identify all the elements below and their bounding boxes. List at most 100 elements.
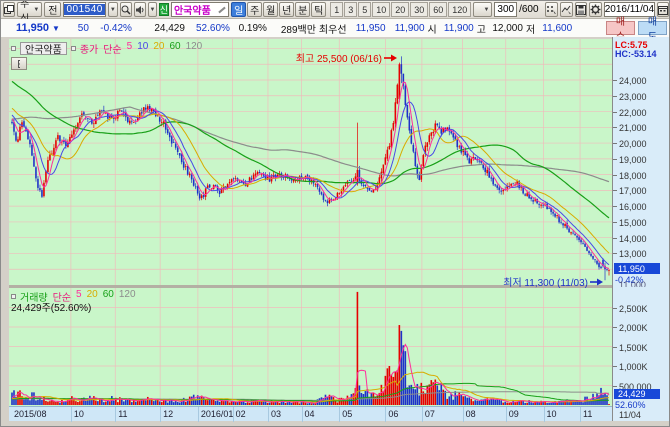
current-price: 11,950 [5, 22, 49, 34]
axis-label: 20,000 [619, 139, 647, 149]
current-volume-value: 24,429 [618, 389, 646, 399]
axis-label: 24,000 [619, 76, 647, 86]
search-icon [121, 5, 131, 15]
prev-stock-button[interactable]: 전 [44, 2, 61, 17]
hc-value: HC:-53.14 [615, 49, 657, 59]
low-price: 11,600 [538, 23, 572, 34]
interval-button-5[interactable]: 5 [358, 2, 371, 17]
best-quote-label: 최우선 [319, 21, 347, 36]
main-toolbar: 주식 ▼ 전 001540 ▼ ▼ 신 안국약품 일주월년분틱 13510203… [1, 1, 670, 19]
interval-button-60[interactable]: 60 [429, 2, 447, 17]
time-axis-label: 10 [74, 409, 84, 419]
time-axis-label: 07 [425, 409, 435, 419]
period-button-년[interactable]: 년 [279, 2, 294, 17]
chevron-down-icon: ▼ [483, 7, 489, 13]
time-axis-label: 08 [466, 409, 476, 419]
time-axis-label: 09 [509, 409, 519, 419]
time-axis-separator [385, 407, 386, 422]
interval-button-120[interactable]: 120 [448, 2, 471, 17]
legend-ma-5: 5 [127, 41, 133, 56]
chart-grid-button[interactable] [11, 57, 27, 70]
window-switch-icon [4, 5, 14, 15]
axis-tick [613, 308, 617, 309]
interval-button-30[interactable]: 30 [410, 2, 428, 17]
interval-select[interactable]: ▼ [473, 2, 492, 17]
legend-ma-120: 120 [186, 41, 203, 56]
speaker-button[interactable] [134, 2, 146, 17]
asset-type-select[interactable]: 주식 ▼ [17, 2, 42, 17]
volume: 24,429 [135, 23, 185, 34]
period-button-일[interactable]: 일 [231, 2, 246, 17]
axis-tick [613, 127, 617, 128]
volume-summary: 24,429주(52.60%) [11, 299, 91, 314]
down-arrow-icon: ▼ [52, 24, 60, 33]
cursor-date: 11/04 [619, 410, 641, 420]
stock-name: 안국약품 [174, 2, 211, 17]
axis-label: 15,000 [619, 218, 647, 228]
time-axis-separator [71, 407, 72, 422]
sell-button[interactable]: 매도 [638, 21, 667, 35]
axis-tick [613, 80, 617, 81]
period-button-주[interactable]: 주 [247, 2, 262, 17]
time-axis-label: 03 [271, 409, 281, 419]
axis-tick [613, 238, 617, 239]
legend-ma-10: 10 [137, 41, 148, 56]
price-change-pct: -0.42% [92, 23, 132, 34]
window-switch-button[interactable] [3, 2, 15, 17]
price-volume-chart[interactable] [9, 39, 612, 406]
legend-ma-60: 60 [169, 41, 180, 56]
axis-tick [613, 253, 617, 254]
code-dropdown-button[interactable]: ▼ [108, 2, 118, 17]
trendline-icon [561, 5, 572, 15]
time-axis-separator [302, 407, 303, 422]
interval-button-3[interactable]: 3 [344, 2, 357, 17]
axis-label: 21,000 [619, 123, 647, 133]
axis-tick [613, 347, 617, 348]
current-volume-pct: 52.60% [615, 400, 646, 410]
search-button[interactable] [120, 2, 132, 17]
cursor-tool-button[interactable] [545, 2, 558, 17]
time-axis-label: 11 [583, 409, 592, 419]
turnover-pct: 52.60% [188, 23, 230, 34]
legend-ma-120: 120 [119, 289, 136, 304]
period-button-틱[interactable]: 틱 [311, 2, 326, 17]
settings-button[interactable] [589, 2, 602, 17]
speaker-dropdown-button[interactable]: ▼ [148, 2, 157, 17]
time-axis-label: 10 [547, 409, 557, 419]
time-axis: 2015/081011122016/0102030405060708091011 [9, 406, 612, 421]
period-button-월[interactable]: 월 [263, 2, 278, 17]
axis-tick [613, 175, 617, 176]
axis-tick [613, 143, 617, 144]
trendline-tool-button[interactable] [560, 2, 573, 17]
axis-tick [613, 159, 617, 160]
stock-code-input[interactable]: 001540 [63, 2, 105, 17]
save-button[interactable] [575, 2, 587, 17]
legend-indicator-name: 종가 [80, 41, 98, 56]
legend-ma-type: 단순 [103, 41, 121, 56]
price-axis-column: LC:5.75 HC:-53.14 24,00023,00022,00021,0… [612, 37, 670, 421]
time-axis-label: 06 [388, 409, 398, 419]
bar-count-input[interactable]: 300 [494, 2, 517, 17]
axis-tick [613, 327, 617, 328]
interval-button-1[interactable]: 1 [330, 2, 343, 17]
time-axis-label: 2015/08 [14, 409, 47, 419]
price-pane-title[interactable]: 안국약품 [20, 42, 67, 55]
dots-cursor-icon [546, 5, 557, 15]
bar-count-value: 300 [497, 4, 514, 15]
stock-name-field[interactable]: 안국약품 [171, 2, 229, 17]
time-axis-label: 12 [163, 409, 173, 419]
axis-tick [613, 222, 617, 223]
period-button-분[interactable]: 분 [295, 2, 310, 17]
interval-button-20[interactable]: 20 [391, 2, 409, 17]
time-axis-separator [198, 407, 199, 422]
grid-icon [18, 60, 20, 68]
buy-button[interactable]: 매수 [606, 21, 635, 35]
interval-button-10[interactable]: 10 [372, 2, 390, 17]
legend-ma-20: 20 [153, 41, 164, 56]
high-annotation-text: 최고 25,500 (06/16) [296, 50, 382, 65]
time-axis-separator [463, 407, 464, 422]
axis-label: 19,000 [619, 155, 647, 165]
axis-label: 22,000 [619, 108, 647, 118]
time-axis-separator [580, 407, 581, 422]
axis-tick [613, 366, 617, 367]
